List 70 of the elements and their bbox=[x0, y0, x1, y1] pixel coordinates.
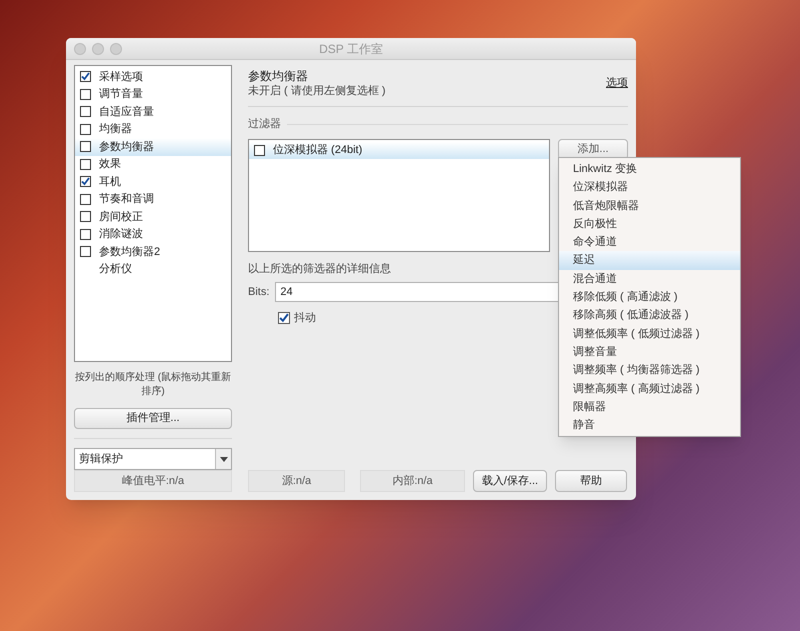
module-label: 调节音量 bbox=[99, 86, 143, 102]
menu-item[interactable]: 延迟 bbox=[559, 251, 740, 270]
module-list-item[interactable]: 分析仪 bbox=[75, 260, 231, 278]
module-list-item[interactable]: 节奏和音调 bbox=[75, 190, 231, 208]
filter-label: 位深模拟器 (24bit) bbox=[273, 142, 362, 158]
internal-readout: 内部:n/a bbox=[360, 470, 465, 492]
filter-list-item[interactable]: 位深模拟器 (24bit) bbox=[249, 142, 549, 158]
menu-item[interactable]: 反向极性 bbox=[559, 214, 740, 234]
preset-value: 剪辑保护 bbox=[78, 452, 124, 467]
module-list-item[interactable]: 参数均衡器2 bbox=[75, 243, 231, 260]
module-label: 采样选项 bbox=[99, 70, 143, 84]
module-label: 参数均衡器 bbox=[99, 140, 154, 154]
module-checkbox[interactable] bbox=[80, 106, 91, 118]
panel-title: 参数均衡器 bbox=[248, 69, 309, 84]
menu-item[interactable]: 静音 bbox=[559, 416, 740, 434]
module-label: 效果 bbox=[99, 157, 121, 172]
menu-item[interactable]: 限幅器 bbox=[559, 398, 740, 416]
bits-label: Bits: bbox=[248, 284, 270, 300]
menu-item[interactable]: Linkwitz 变换 bbox=[559, 160, 740, 178]
filter-checkbox[interactable] bbox=[254, 144, 265, 156]
load-save-button[interactable]: 载入/保存... bbox=[473, 470, 547, 492]
module-list-item[interactable]: 采样选项 bbox=[75, 68, 231, 86]
peak-level-readout: 峰值电平:n/a bbox=[74, 470, 232, 492]
details-label: 以上所选的筛选器的详细信息 bbox=[248, 262, 392, 276]
module-list-item[interactable]: 房间校正 bbox=[75, 208, 231, 226]
menu-item[interactable]: 位深模拟器 bbox=[559, 178, 740, 197]
source-readout: 源:n/a bbox=[248, 470, 345, 492]
module-list-item[interactable]: 消除谜波 bbox=[75, 226, 231, 243]
module-checkbox[interactable] bbox=[80, 176, 91, 188]
menu-item[interactable]: 调整频率 ( 均衡器筛选器 ) bbox=[559, 361, 740, 380]
module-checkbox[interactable] bbox=[80, 141, 91, 152]
menu-item[interactable]: 调整低频率 ( 低频过滤器 ) bbox=[559, 324, 740, 343]
panel-status: 未开启 ( 请使用左侧复选框 ) bbox=[248, 84, 386, 98]
module-label: 节奏和音调 bbox=[99, 192, 154, 207]
module-label: 均衡器 bbox=[99, 122, 132, 137]
module-label: 耳机 bbox=[99, 174, 121, 190]
menu-item[interactable]: 移除高频 ( 低通滤波器 ) bbox=[559, 306, 740, 325]
module-list-item[interactable]: 耳机 bbox=[75, 173, 231, 190]
plugin-manager-button[interactable]: 插件管理... bbox=[74, 408, 232, 429]
module-list-item[interactable]: 均衡器 bbox=[75, 120, 231, 138]
module-checkbox[interactable] bbox=[80, 71, 91, 82]
dither-checkbox[interactable] bbox=[278, 312, 290, 324]
menu-item[interactable]: 调整高频率 ( 高频过滤器 ) bbox=[559, 380, 740, 398]
module-list-item[interactable]: 效果 bbox=[75, 156, 231, 173]
module-list-item[interactable]: 调节音量 bbox=[75, 86, 231, 103]
module-checkbox[interactable] bbox=[80, 158, 91, 170]
add-button[interactable]: 添加... bbox=[558, 138, 628, 160]
window-title: DSP 工作室 bbox=[319, 40, 383, 58]
hint-text: 按列出的顺序处理 (鼠标拖动其重新排序) bbox=[74, 371, 232, 399]
help-button[interactable]: 帮助 bbox=[555, 470, 627, 492]
module-checkbox[interactable] bbox=[80, 88, 91, 100]
menu-item[interactable]: 命令通道 bbox=[559, 233, 740, 252]
module-label: 房间校正 bbox=[99, 210, 143, 224]
options-link[interactable]: 选项 bbox=[606, 75, 628, 92]
module-list-item[interactable]: 参数均衡器 bbox=[75, 138, 231, 156]
dither-label: 抖动 bbox=[294, 311, 316, 326]
menu-item[interactable]: 调整音量 bbox=[559, 342, 740, 362]
module-checkbox[interactable] bbox=[80, 124, 91, 135]
module-label: 自适应音量 bbox=[99, 104, 154, 120]
module-checkbox[interactable] bbox=[80, 194, 91, 205]
module-checkbox[interactable] bbox=[80, 211, 91, 222]
module-checkbox[interactable] bbox=[80, 228, 91, 240]
filters-label: 过滤器 bbox=[248, 117, 281, 132]
module-label: 参数均衡器2 bbox=[99, 244, 160, 260]
module-list-item[interactable]: 自适应音量 bbox=[75, 103, 231, 120]
module-label: 消除谜波 bbox=[99, 227, 143, 242]
menu-item[interactable]: 低音炮限幅器 bbox=[559, 196, 740, 215]
module-label: 分析仪 bbox=[99, 262, 132, 277]
module-checkbox[interactable] bbox=[80, 246, 91, 258]
preset-select[interactable]: 剪辑保护 bbox=[74, 448, 232, 470]
